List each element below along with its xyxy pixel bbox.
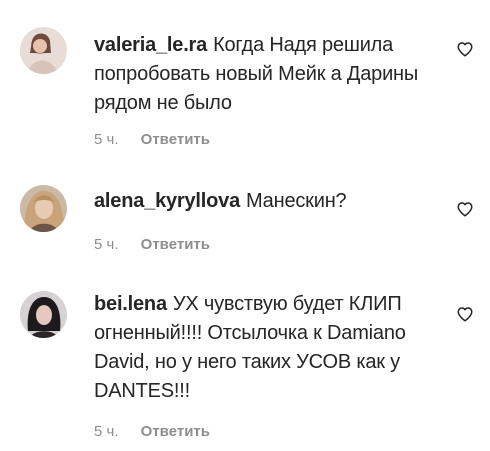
comment-username[interactable]: bei.lena: [94, 293, 167, 315]
heart-outline-icon[interactable]: [456, 200, 474, 218]
comment-body: alena_kyryllova Манескин?: [94, 187, 434, 216]
comment-text: Манескин?: [246, 190, 347, 212]
comment-item: alena_kyryllova Манескин? 5 ч. Ответить: [0, 160, 490, 270]
avatar[interactable]: [20, 185, 67, 232]
avatar[interactable]: [20, 27, 67, 74]
comment-item: bei.lena УХ чувствую будет КЛИП огненный!…: [0, 270, 490, 451]
user-avatar-light-icon: [20, 27, 67, 74]
heart-outline-icon[interactable]: [456, 40, 474, 58]
comment-item: valeria_le.ra Когда Надя решила попробова…: [0, 0, 490, 160]
comment-body: bei.lena УХ чувствую будет КЛИП огненный!…: [94, 290, 434, 406]
comment-time[interactable]: 5 ч.: [94, 423, 119, 440]
user-avatar-blonde-icon: [20, 185, 67, 232]
avatar[interactable]: [20, 291, 67, 338]
comment-time[interactable]: 5 ч.: [94, 236, 119, 253]
heart-outline-icon[interactable]: [456, 305, 474, 323]
comment-meta: 5 ч. Ответить: [94, 423, 210, 441]
comment-meta: 5 ч. Ответить: [94, 236, 210, 254]
reply-button[interactable]: Ответить: [141, 236, 210, 253]
reply-button[interactable]: Ответить: [141, 423, 210, 440]
comment-username[interactable]: valeria_le.ra: [94, 34, 207, 56]
reply-button[interactable]: Ответить: [141, 131, 210, 148]
comment-time[interactable]: 5 ч.: [94, 131, 119, 148]
comment-meta: 5 ч. Ответить: [94, 131, 210, 149]
comment-username[interactable]: alena_kyryllova: [94, 190, 240, 212]
user-avatar-dark-icon: [20, 291, 67, 338]
comment-body: valeria_le.ra Когда Надя решила попробова…: [94, 31, 434, 118]
